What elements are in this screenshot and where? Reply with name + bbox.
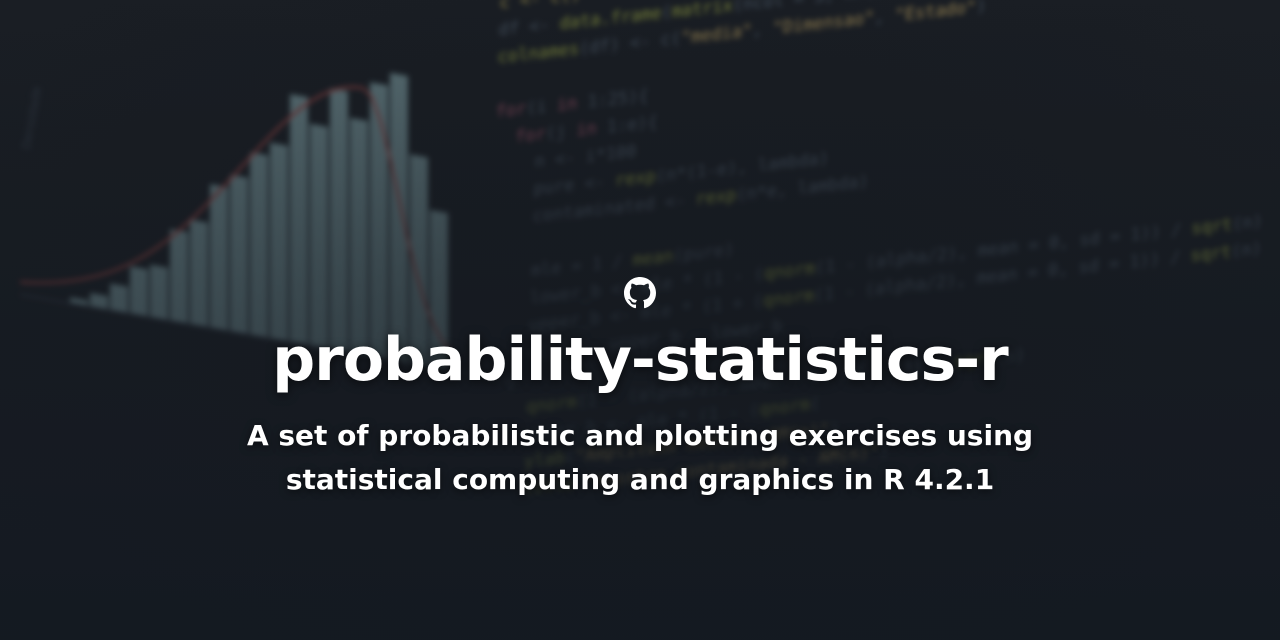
github-icon bbox=[624, 277, 656, 309]
social-preview-card: Densidade c <- c()df <- data.frame(matri… bbox=[0, 0, 1280, 640]
repo-description: A set of probabilistic and plotting exer… bbox=[246, 419, 1034, 496]
repo-title: probability-statistics-r bbox=[272, 325, 1008, 395]
repo-summary: probability-statistics-r A set of probab… bbox=[0, 0, 1280, 640]
